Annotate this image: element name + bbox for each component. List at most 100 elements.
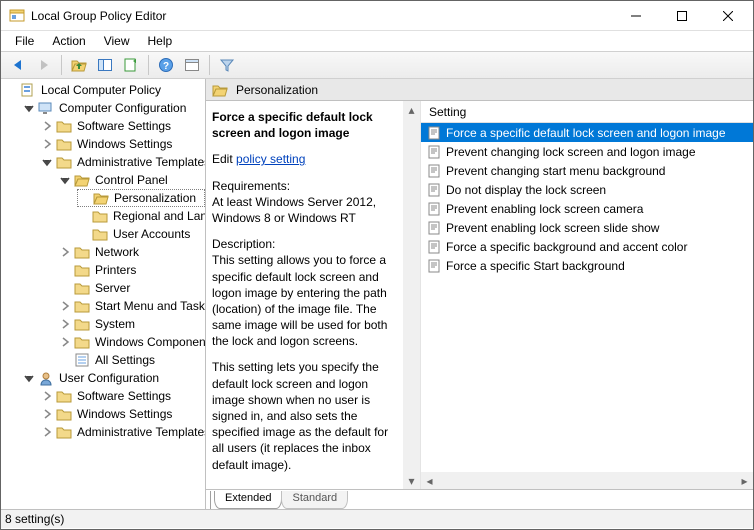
scroll-down-icon[interactable]: ▾ (403, 472, 420, 489)
tree-control-panel[interactable]: Control Panel (59, 171, 205, 189)
tree-user-accounts[interactable]: User Accounts (77, 225, 205, 243)
status-bar: 8 setting(s) (1, 509, 753, 528)
menu-file[interactable]: File (7, 32, 42, 50)
expand-icon[interactable] (59, 300, 71, 312)
back-button[interactable] (6, 53, 30, 77)
filter-button[interactable] (215, 53, 239, 77)
computer-icon (38, 100, 54, 116)
folder-icon (56, 388, 72, 404)
expand-icon[interactable] (59, 246, 71, 258)
folder-icon (56, 118, 72, 134)
menu-bar: File Action View Help (1, 31, 753, 51)
policy-icon (427, 221, 441, 235)
folder-icon (56, 136, 72, 152)
folder-open-icon (212, 82, 228, 98)
tree-pane[interactable]: Local Computer Policy Computer Configura… (1, 79, 206, 509)
expand-icon[interactable] (41, 426, 53, 438)
column-header-setting[interactable]: Setting (421, 101, 753, 123)
tree-u-windows[interactable]: Windows Settings (41, 405, 205, 423)
expand-icon[interactable] (41, 408, 53, 420)
menu-view[interactable]: View (96, 32, 138, 50)
expand-icon[interactable] (41, 390, 53, 402)
window-title: Local Group Policy Editor (31, 9, 613, 23)
collapse-icon[interactable] (23, 102, 35, 114)
horizontal-scrollbar[interactable]: ◂ ▸ (421, 472, 753, 489)
settings-list[interactable]: Force a specific default lock screen and… (421, 123, 753, 472)
tree-admin-templates[interactable]: Administrative Templates (41, 153, 205, 171)
tree-computer-config[interactable]: Computer Configuration (23, 99, 205, 117)
tree-system[interactable]: System (59, 315, 205, 333)
scroll-right-icon[interactable]: ▸ (736, 472, 753, 489)
menu-help[interactable]: Help (140, 32, 181, 50)
expand-icon[interactable] (59, 336, 71, 348)
detail-scrollbar[interactable]: ▴ ▾ (403, 101, 420, 489)
tree-printers[interactable]: Printers (59, 261, 205, 279)
minimize-button[interactable] (613, 1, 659, 30)
setting-row[interactable]: Force a specific Start background (421, 256, 753, 275)
description-label: Description: (212, 236, 395, 252)
tree-server[interactable]: Server (59, 279, 205, 297)
setting-row[interactable]: Prevent enabling lock screen camera (421, 199, 753, 218)
properties-button[interactable] (180, 53, 204, 77)
tree-regional[interactable]: Regional and Language Options (77, 207, 205, 225)
tree-user-config[interactable]: User Configuration (23, 369, 205, 387)
tree-windows-settings[interactable]: Windows Settings (41, 135, 205, 153)
forward-button[interactable] (32, 53, 56, 77)
expand-icon[interactable] (41, 120, 53, 132)
setting-label: Prevent enabling lock screen camera (446, 202, 643, 216)
up-folder-button[interactable] (67, 53, 91, 77)
folder-icon (92, 208, 108, 224)
tree-u-admin[interactable]: Administrative Templates (41, 423, 205, 441)
policy-icon (427, 183, 441, 197)
setting-row[interactable]: Prevent changing start menu background (421, 161, 753, 180)
setting-label: Force a specific Start background (446, 259, 625, 273)
folder-icon (74, 262, 90, 278)
setting-label: Do not display the lock screen (446, 183, 606, 197)
tree-software-settings[interactable]: Software Settings (41, 117, 205, 135)
close-button[interactable] (705, 1, 751, 30)
tab-standard[interactable]: Standard (281, 491, 348, 509)
description-text-2: This setting lets you specify the defaul… (212, 359, 395, 472)
requirements-text: At least Windows Server 2012, Windows 8 … (212, 194, 395, 226)
tree-all-settings[interactable]: All Settings (59, 351, 205, 369)
folder-open-icon (74, 172, 90, 188)
menu-action[interactable]: Action (44, 32, 93, 50)
tree-root[interactable]: Local Computer Policy (5, 81, 205, 99)
tree-network[interactable]: Network (59, 243, 205, 261)
folder-icon (74, 280, 90, 296)
collapse-icon[interactable] (59, 174, 71, 186)
folder-icon (56, 406, 72, 422)
tree-startmenu[interactable]: Start Menu and Taskbar (59, 297, 205, 315)
folder-open-icon (93, 190, 109, 206)
refresh-button[interactable] (119, 53, 143, 77)
all-settings-icon (74, 352, 90, 368)
folder-icon (56, 154, 72, 170)
show-pane-button[interactable] (93, 53, 117, 77)
setting-row[interactable]: Prevent enabling lock screen slide show (421, 218, 753, 237)
policy-root-icon (20, 82, 36, 98)
setting-row[interactable]: Force a specific background and accent c… (421, 237, 753, 256)
tree-personalization[interactable]: Personalization (77, 189, 205, 207)
app-icon (9, 8, 25, 24)
help-button[interactable]: ? (154, 53, 178, 77)
folder-icon (74, 316, 90, 332)
folder-icon (74, 334, 90, 350)
tree-u-software[interactable]: Software Settings (41, 387, 205, 405)
maximize-button[interactable] (659, 1, 705, 30)
expand-icon[interactable] (41, 138, 53, 150)
tab-extended[interactable]: Extended (214, 491, 282, 509)
policy-icon (427, 259, 441, 273)
tree-win-components[interactable]: Windows Components (59, 333, 205, 351)
setting-row[interactable]: Force a specific default lock screen and… (421, 123, 753, 142)
setting-row[interactable]: Do not display the lock screen (421, 180, 753, 199)
edit-policy-link[interactable]: policy setting (236, 152, 305, 166)
setting-row[interactable]: Prevent changing lock screen and logon i… (421, 142, 753, 161)
collapse-icon[interactable] (23, 372, 35, 384)
folder-icon (74, 298, 90, 314)
collapse-icon[interactable] (41, 156, 53, 168)
scroll-up-icon[interactable]: ▴ (403, 101, 420, 118)
expand-icon[interactable] (59, 318, 71, 330)
policy-icon (427, 164, 441, 178)
svg-text:?: ? (163, 61, 169, 72)
scroll-left-icon[interactable]: ◂ (421, 472, 438, 489)
